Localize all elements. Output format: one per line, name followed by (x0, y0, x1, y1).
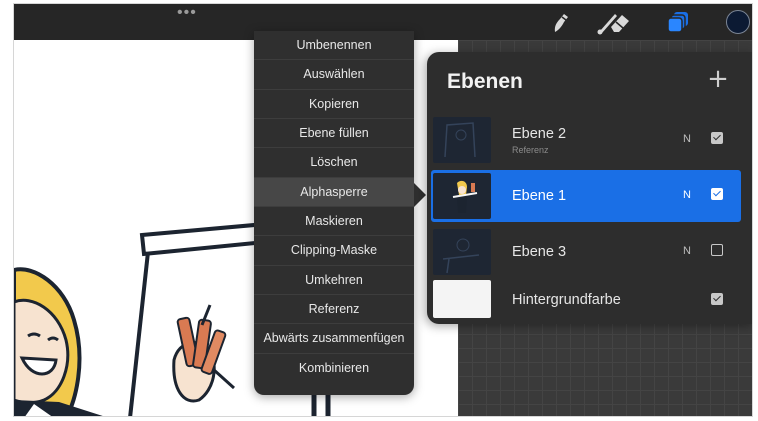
layer-thumbnail (433, 173, 491, 219)
menu-item-merge-down[interactable]: Abwärts zusammenfügen (254, 324, 414, 354)
visibility-checkbox[interactable] (711, 188, 723, 200)
layer-name: Ebene 1 (512, 188, 567, 204)
menu-item-fill-layer[interactable]: Ebene füllen (254, 119, 414, 149)
menu-item-copy[interactable]: Kopieren (254, 90, 414, 119)
menu-item-combine[interactable]: Kombinieren (254, 354, 414, 383)
smudge-icon[interactable] (547, 8, 575, 36)
layer-thumbnail (433, 280, 491, 318)
menu-pointer-arrow (414, 183, 426, 207)
layer-name: Ebene 2 (512, 126, 567, 142)
menu-item-reference[interactable]: Referenz (254, 295, 414, 325)
layer-thumbnail (433, 117, 491, 163)
add-layer-button[interactable]: + (704, 66, 732, 94)
layer-row-selected[interactable]: Ebene 1 N (431, 170, 741, 222)
more-options-button[interactable]: ••• (177, 5, 197, 21)
blend-mode-button[interactable]: N (683, 133, 691, 145)
menu-item-select[interactable]: Auswählen (254, 60, 414, 90)
layer-name: Hintergrundfarbe (512, 292, 621, 308)
panel-title: Ebenen (447, 70, 523, 93)
menu-item-delete[interactable]: Löschen (254, 148, 414, 178)
app-window: ••• Umbenennen Auswählen Kopieren Ebene … (13, 3, 753, 417)
layers-panel: Ebenen + Ebene 2 Referenz N Ebene 1 N Eb… (427, 52, 752, 324)
eraser-icon[interactable] (606, 8, 634, 36)
layer-thumbnail (433, 229, 491, 275)
color-swatch-button[interactable] (726, 10, 750, 34)
layer-row-background[interactable]: Hintergrundfarbe (431, 276, 741, 324)
visibility-checkbox[interactable] (711, 132, 723, 144)
menu-item-mask[interactable]: Maskieren (254, 207, 414, 237)
visibility-checkbox[interactable] (711, 293, 723, 305)
visibility-checkbox[interactable] (711, 244, 723, 256)
menu-item-invert[interactable]: Umkehren (254, 266, 414, 295)
layer-context-menu: Umbenennen Auswählen Kopieren Ebene füll… (254, 31, 414, 395)
menu-item-rename[interactable]: Umbenennen (254, 31, 414, 61)
layers-icon[interactable] (664, 8, 692, 36)
blend-mode-button[interactable]: N (683, 189, 691, 201)
layer-row[interactable]: Ebene 3 N (431, 226, 741, 278)
layer-name: Ebene 3 (512, 244, 567, 260)
blend-mode-button[interactable]: N (683, 245, 691, 257)
menu-item-clipping-mask[interactable]: Clipping-Maske (254, 236, 414, 266)
layer-row[interactable]: Ebene 2 Referenz N (431, 114, 741, 166)
menu-item-alpha-lock[interactable]: Alphasperre (254, 177, 414, 207)
layer-subtitle: Referenz (512, 145, 549, 155)
